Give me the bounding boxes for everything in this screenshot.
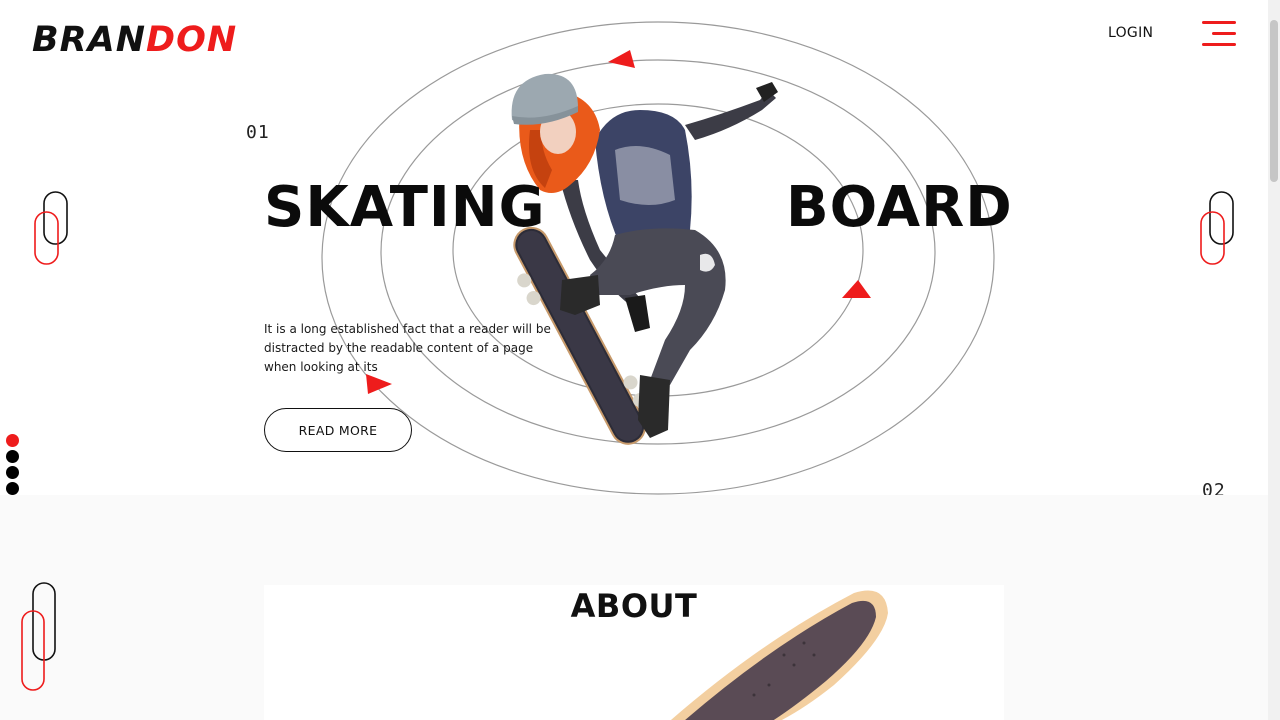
skateboarder-image	[511, 73, 778, 445]
pagination-dot[interactable]	[6, 466, 19, 479]
read-more-button[interactable]: READ MORE	[264, 408, 412, 452]
hero-title-left: SKATING	[264, 175, 546, 240]
login-link[interactable]: LOGIN	[1108, 25, 1153, 41]
hero-title-right: BOARD	[786, 175, 1013, 240]
slider-pagination	[6, 434, 19, 498]
pagination-dot[interactable]	[6, 450, 19, 463]
brand-logo-part1: BRAN	[32, 20, 147, 60]
brand-logo-part2: DON	[146, 20, 238, 60]
slide-number: 01	[246, 122, 270, 143]
about-title: ABOUT	[570, 587, 698, 625]
paperclip-icon	[1200, 191, 1234, 265]
page-scrollbar[interactable]	[1268, 0, 1280, 720]
triangle-icon	[842, 280, 871, 298]
scrollbar-thumb[interactable]	[1270, 20, 1278, 182]
triangle-icon	[608, 50, 635, 68]
hero-section: BRANDON LOGIN 01 SKATING BOARD It is a l…	[0, 0, 1268, 501]
paperclip-icon	[21, 582, 56, 691]
brand-logo[interactable]: BRANDON	[32, 18, 237, 62]
hamburger-menu-icon[interactable]	[1200, 20, 1236, 48]
about-card: ABOUT	[264, 585, 1004, 720]
pagination-dot-active[interactable]	[6, 434, 19, 447]
paperclip-icon	[34, 191, 68, 265]
hero-description: It is a long established fact that a rea…	[264, 322, 551, 374]
pagination-dot[interactable]	[6, 482, 19, 495]
